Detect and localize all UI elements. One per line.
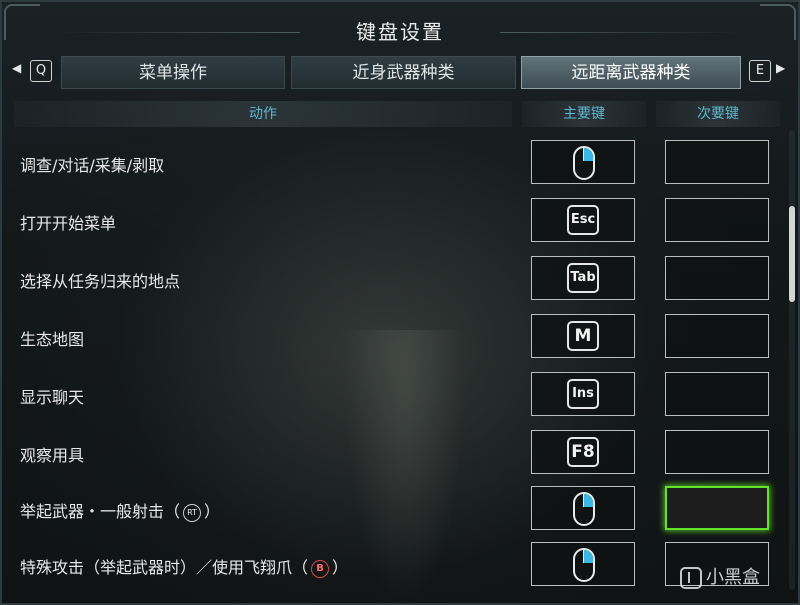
next-tab-key-badge[interactable]: E — [749, 60, 771, 82]
primary-key-slot[interactable]: F8 — [531, 430, 635, 474]
secondary-key-slot[interactable] — [665, 314, 769, 358]
secondary-key-slot[interactable] — [665, 140, 769, 184]
arrow-right-icon[interactable]: ▶ — [776, 61, 785, 75]
secondary-key-slot[interactable] — [665, 430, 769, 474]
action-label-suffix: ） — [204, 502, 221, 521]
primary-key-slot[interactable]: Ins — [531, 372, 635, 416]
keycap-tab: Tab — [567, 263, 599, 293]
watermark: 小黑盒 — [680, 563, 760, 589]
frame-corner-ornament — [760, 4, 796, 40]
secondary-key-slot-selected[interactable] — [665, 486, 769, 530]
xiaoheihe-logo-icon — [680, 567, 702, 589]
mouse-right-click-icon — [573, 548, 595, 582]
action-label: 举起武器・一般射击（ RT） — [20, 498, 220, 522]
mouse-right-click-icon — [573, 492, 595, 526]
primary-key-slot[interactable]: Tab — [531, 256, 635, 300]
secondary-key-slot[interactable] — [665, 198, 769, 242]
keybind-row: 特殊攻击（举起武器时）／使用飞翔爪（ B） — [0, 542, 790, 600]
tab-menu-operation[interactable]: 菜单操作 — [61, 56, 285, 89]
keycap-m: M — [567, 321, 599, 351]
action-label: 观察用具 — [20, 446, 85, 465]
keybind-row: 举起武器・一般射击（ RT） — [0, 486, 790, 544]
action-label: 打开开始菜单 — [20, 214, 117, 233]
action-label: 生态地图 — [20, 330, 85, 349]
scrollbar-thumb[interactable] — [789, 206, 795, 302]
keycap-esc: Esc — [567, 205, 599, 235]
tab-ranged-weapon-type[interactable]: 远距离武器种类 — [521, 56, 741, 89]
tab-bar: ◀ Q 菜单操作 近身武器种类 远距离武器种类 E ▶ — [0, 56, 800, 90]
arrow-left-icon[interactable]: ◀ — [12, 61, 21, 75]
scrollbar[interactable] — [789, 130, 795, 590]
action-label: 选择从任务归来的地点 — [20, 272, 181, 291]
action-label: 特殊攻击（举起武器时）／使用飞翔爪（ B） — [20, 554, 348, 578]
column-header-secondary: 次要键 — [656, 101, 780, 127]
mouse-right-click-icon — [573, 146, 595, 180]
primary-key-slot[interactable] — [531, 486, 635, 530]
keybind-row: 调查/对话/采集/剥取 — [0, 140, 790, 198]
keycap-ins: Ins — [567, 379, 599, 409]
primary-key-slot[interactable]: Esc — [531, 198, 635, 242]
action-label-text: 举起武器・一般射击（ — [20, 502, 181, 521]
action-label-text: 特殊攻击（举起武器时）／使用飞翔爪（ — [20, 558, 309, 577]
secondary-key-slot[interactable] — [665, 256, 769, 300]
keybind-row: 观察用具 F8 — [0, 430, 790, 488]
b-button-icon: B — [311, 559, 330, 578]
primary-key-slot[interactable] — [531, 542, 635, 586]
primary-key-slot[interactable] — [531, 140, 635, 184]
keycap-f8: F8 — [567, 437, 599, 467]
secondary-key-slot[interactable] — [665, 372, 769, 416]
rt-button-icon: RT — [183, 503, 202, 522]
keybind-row: 选择从任务归来的地点 Tab — [0, 256, 790, 314]
column-header-action: 动作 — [14, 101, 512, 127]
action-label-suffix: ） — [332, 558, 349, 577]
action-label: 调查/对话/采集/剥取 — [20, 156, 165, 175]
prev-tab-key-badge[interactable]: Q — [30, 60, 52, 82]
keybind-row: 打开开始菜单 Esc — [0, 198, 790, 256]
keybind-row: 生态地图 M — [0, 314, 790, 372]
watermark-text: 小黑盒 — [706, 567, 760, 588]
column-header-primary: 主要键 — [522, 101, 646, 127]
window-title: 键盘设置 — [40, 12, 760, 52]
tab-melee-weapon-type[interactable]: 近身武器种类 — [291, 56, 516, 89]
action-label: 显示聊天 — [20, 388, 85, 407]
primary-key-slot[interactable]: M — [531, 314, 635, 358]
frame-corner-ornament — [4, 4, 40, 40]
keybind-row: 显示聊天 Ins — [0, 372, 790, 430]
